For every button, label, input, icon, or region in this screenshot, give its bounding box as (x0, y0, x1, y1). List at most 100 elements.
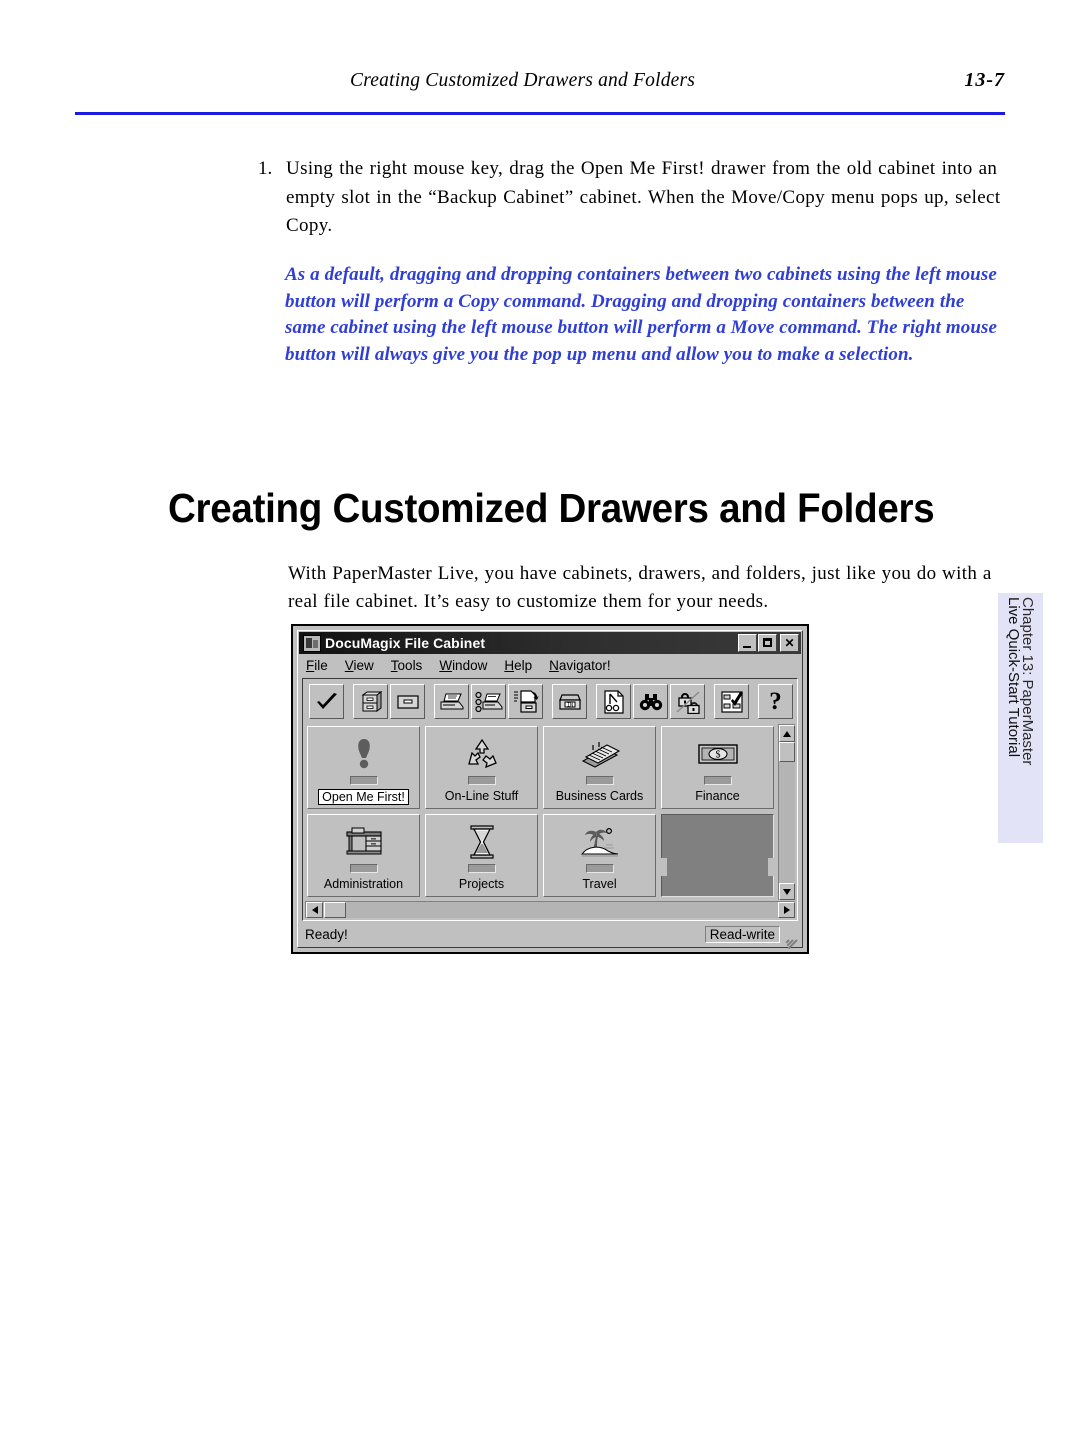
drawer-handle (585, 776, 614, 785)
rolodex-icon (579, 734, 621, 774)
scroll-up-button[interactable] (779, 725, 795, 742)
scan-button[interactable] (434, 684, 469, 719)
lock-unlock-icon (676, 690, 700, 714)
maximize-button[interactable] (758, 634, 777, 652)
checklist-button[interactable] (714, 684, 749, 719)
drawer-label: Travel (582, 877, 617, 891)
page-header: Creating Customized Drawers and Folders … (75, 69, 1005, 120)
menu-help-rest: elp (514, 658, 533, 673)
palm-tree-icon (580, 822, 620, 862)
hourglass-icon (468, 822, 496, 862)
menu-item-view[interactable]: View (345, 658, 374, 673)
drawer-row: Open Me First! On-Line Stuff Business Ca… (305, 724, 777, 812)
menu-help-mnemonic: H (504, 658, 515, 673)
triangle-up-icon (783, 730, 791, 737)
checklist-icon (720, 690, 743, 713)
step-number: 1. (258, 158, 273, 179)
drawer-handle (703, 776, 732, 785)
drawer-administration[interactable]: Administration (307, 814, 420, 897)
drawer-label: Business Cards (555, 789, 644, 803)
menu-window-mnemonic: W (439, 658, 453, 673)
horizontal-scroll-thumb[interactable] (324, 902, 346, 918)
menu-navigator-rest: avigator! (558, 658, 611, 673)
find-button[interactable] (633, 684, 668, 719)
status-mode-badge: Read-write (704, 925, 780, 943)
menu-item-tools[interactable]: Tools (391, 658, 423, 673)
menu-tools-rest: ools (397, 658, 423, 673)
window-controls: ✕ (737, 634, 799, 652)
scanner-settings-icon (474, 691, 502, 712)
select-check-button[interactable] (309, 684, 344, 719)
drawer-cell: Projects (423, 812, 541, 900)
vertical-scroll-thumb[interactable] (779, 742, 795, 762)
drawer-label: Projects (458, 877, 505, 891)
desk-icon (344, 822, 384, 862)
new-drawer-button[interactable] (390, 684, 425, 719)
drawer-handle (467, 776, 496, 785)
close-button[interactable]: ✕ (780, 634, 799, 652)
documagix-file-cabinet-window: DocuMagix File Cabinet ✕ File View Tools… (291, 624, 809, 954)
menu-bar: File View Tools Window Help Navigator! (299, 655, 801, 676)
side-tab-subtitle: Live Quick-Start Tutorial (1005, 597, 1022, 758)
menu-item-file[interactable]: File (306, 658, 328, 673)
drawer-icon (396, 694, 419, 709)
drawer-projects[interactable]: Projects (425, 814, 538, 897)
drawer-cell: Business Cards (541, 724, 659, 812)
recycle-icon (465, 734, 499, 774)
status-message: Ready! (305, 926, 348, 942)
annotate-document-icon (603, 689, 624, 714)
documagix-app-icon (303, 634, 321, 652)
menu-item-navigator[interactable]: Navigator! (549, 658, 611, 673)
binoculars-icon (639, 693, 662, 710)
page-title: Creating Customized Drawers and Folders (168, 485, 935, 531)
inbox-button[interactable]: IN (552, 684, 587, 719)
menu-tools-mnemonic: T (390, 658, 398, 673)
page-number: 13-7 (964, 69, 1005, 91)
window-title: DocuMagix File Cabinet (325, 635, 486, 651)
drawer-handle (585, 864, 614, 873)
drawer-on-line-stuff[interactable]: On-Line Stuff (425, 726, 538, 809)
vertical-scroll-track[interactable] (779, 742, 795, 883)
drawer-label: On-Line Stuff (444, 789, 519, 803)
drawer-empty-slot[interactable] (661, 814, 774, 897)
help-button[interactable]: ? (758, 684, 793, 719)
new-cabinet-button[interactable] (353, 684, 388, 719)
intro-paragraph: With PaperMaster Live, you have cabinets… (288, 563, 992, 612)
running-head-title: Creating Customized Drawers and Folders (350, 70, 696, 91)
step-text: Using the right mouse key, drag the Open… (286, 158, 1001, 236)
annotate-button[interactable] (596, 684, 631, 719)
menu-file-mnemonic: F (306, 658, 315, 673)
drawer-open-me-first[interactable]: Open Me First! (307, 726, 420, 809)
drawer-business-cards[interactable]: Business Cards (543, 726, 656, 809)
menu-window-rest: indow (452, 658, 488, 673)
drawer-cell: Administration (305, 812, 423, 900)
lock-unlock-button[interactable] (670, 684, 705, 719)
menu-file-rest: ile (314, 658, 328, 673)
file-document-button[interactable] (508, 684, 543, 719)
dollar-bill-icon: $ (697, 734, 739, 774)
drawer-finance[interactable]: $ Finance (661, 726, 774, 809)
inbox-tray-icon: IN (558, 693, 581, 710)
svg-text:$: $ (715, 750, 720, 761)
scroll-left-button[interactable] (306, 902, 323, 918)
drawer-handle (467, 864, 496, 873)
scroll-down-button[interactable] (779, 883, 795, 900)
minimize-button[interactable] (738, 634, 757, 652)
scan-settings-button[interactable] (471, 684, 506, 719)
vertical-scrollbar[interactable] (778, 724, 795, 900)
horizontal-scrollbar[interactable] (305, 901, 795, 918)
scroll-right-button[interactable] (778, 902, 795, 918)
triangle-down-icon (783, 888, 791, 895)
menu-item-window[interactable]: Window (439, 658, 487, 673)
chapter-side-tab: Chapter 13: PaperMaster Live Quick-Start… (998, 593, 1043, 843)
drawer-cell: Open Me First! (305, 724, 423, 812)
toolbar: IN ? (305, 681, 795, 722)
resize-grip[interactable] (783, 927, 798, 950)
drawer-handle (349, 864, 378, 873)
drawer-cell: Travel (541, 812, 659, 900)
drawer-row: Administration Projects Travel (305, 812, 777, 900)
menu-item-help[interactable]: Help (504, 658, 532, 673)
window-client-area: IN ? Open Me First! On-Line Stuff Busine… (302, 678, 798, 921)
drawer-travel[interactable]: Travel (543, 814, 656, 897)
window-title-bar[interactable]: DocuMagix File Cabinet ✕ (299, 632, 801, 654)
